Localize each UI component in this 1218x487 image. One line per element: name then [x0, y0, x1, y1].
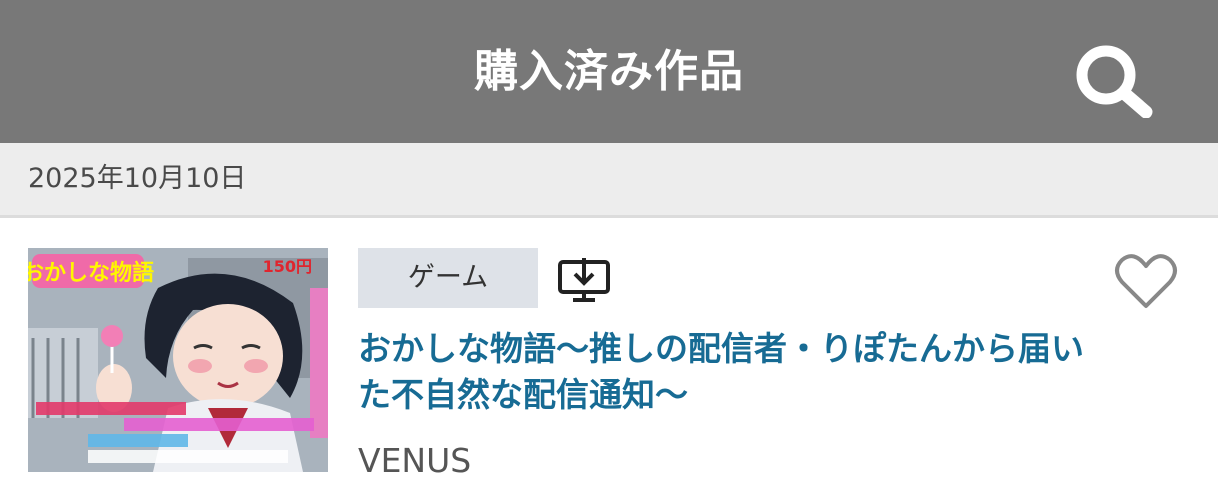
search-icon: [1076, 45, 1153, 119]
heart-outline-icon[interactable]: [1114, 252, 1178, 310]
item-thumbnail[interactable]: おかしな物語 150円: [28, 248, 328, 472]
search-button[interactable]: [1070, 42, 1156, 119]
date-group-header: 2025年10月10日: [0, 143, 1218, 218]
thumbnail-price-badge: 150円: [263, 257, 312, 276]
app-header: 購入済み作品: [0, 0, 1218, 143]
category-tag: ゲーム: [358, 248, 538, 308]
thumbnail-image: おかしな物語 150円: [28, 248, 328, 472]
monitor-download-icon: [558, 258, 610, 302]
item-maker: VENUS: [358, 441, 472, 480]
thumbnail-logo: おかしな物語: [28, 260, 154, 286]
item-title-link[interactable]: おかしな物語〜推しの配信者・りぽたんから届いた不自然な配信通知〜: [358, 326, 1098, 418]
list-item: おかしな物語 150円 ゲーム おかしな物語〜推しの配信者・りぽたんから届いた不…: [0, 218, 1218, 487]
purchase-date: 2025年10月10日: [28, 163, 247, 194]
page-title: 購入済み作品: [474, 46, 744, 97]
